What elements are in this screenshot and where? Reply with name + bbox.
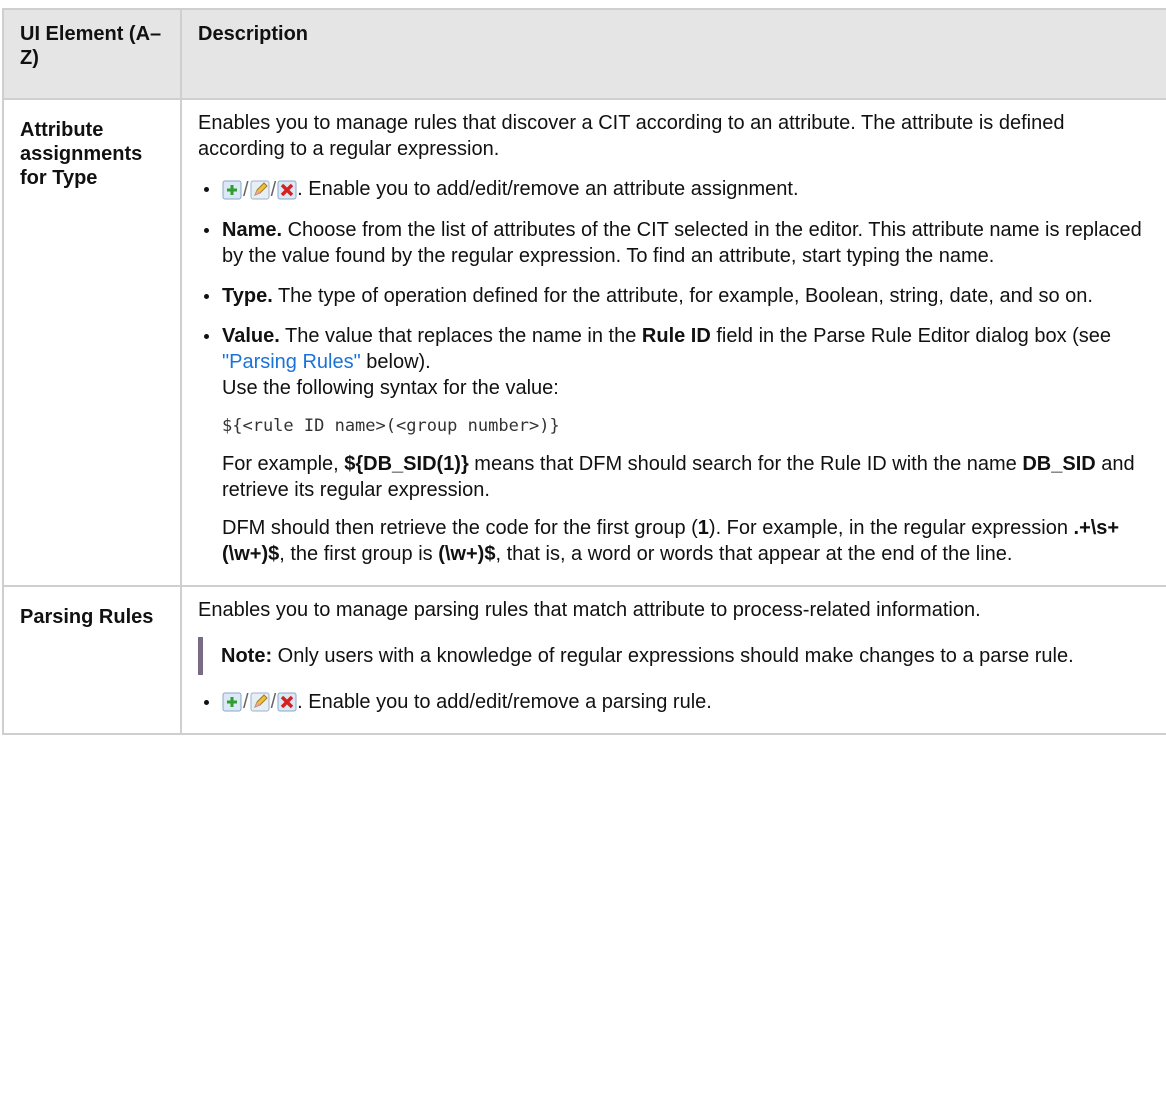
example-code: ${DB_SID(1)}	[344, 452, 469, 475]
remove-icon[interactable]	[277, 692, 297, 712]
note-text: Only users with a knowledge of regular e…	[272, 644, 1074, 667]
note-box: Note: Only users with a knowledge of reg…	[198, 636, 1156, 675]
row-name-attribute-assignments: Attribute assignments for Type	[2, 98, 182, 587]
example-rule-name: DB_SID	[1022, 452, 1096, 475]
example-text-2: means that DFM should search for the Rul…	[468, 452, 1023, 475]
name-description: Choose from the list of attributes of th…	[222, 218, 1142, 267]
bullet-list: / / . Enable you to add/edit/remove a pa…	[198, 689, 1156, 716]
dfm-first-group: (\w+)$	[438, 542, 496, 565]
dfm-group-number: 1	[697, 516, 709, 539]
edit-icon[interactable]	[250, 180, 270, 200]
dfm-text-2: ). For example, in the regular expressio…	[708, 516, 1074, 539]
list-item: Name. Choose from the list of attributes…	[198, 217, 1156, 269]
type-label: Type.	[222, 284, 273, 307]
intro-text: Enables you to manage parsing rules that…	[198, 598, 981, 621]
bullet-list: / / . Enable you to add/edit/remove an a…	[198, 176, 1156, 567]
remove-icon[interactable]	[277, 180, 297, 200]
row-description: Enables you to manage parsing rules that…	[180, 584, 1166, 736]
icons-description: . Enable you to add/edit/remove an attri…	[297, 178, 799, 200]
list-item: / / . Enable you to add/edit/remove an a…	[198, 176, 1156, 203]
list-item: Type. The type of operation defined for …	[198, 283, 1156, 309]
row-name-parsing-rules: Parsing Rules	[2, 584, 182, 736]
value-details: Use the following syntax for the value: …	[222, 375, 1156, 567]
dfm-text-3: , the first group is	[279, 542, 439, 565]
example-text: For example,	[222, 452, 345, 475]
syntax-code: ${<rule ID name>(<group number>)}	[222, 415, 560, 436]
rule-id-term: Rule ID	[641, 324, 711, 347]
value-label: Value.	[222, 324, 280, 347]
row-description: Enables you to manage rules that discove…	[180, 98, 1166, 587]
edit-icon[interactable]	[250, 692, 270, 712]
add-icon[interactable]	[222, 692, 242, 712]
table-row: Parsing Rules Enables you to manage pars…	[2, 584, 1166, 736]
dfm-text-4: , that is, a word or words that appear a…	[495, 542, 1013, 565]
name-label: Name.	[222, 218, 283, 241]
dfm-text: DFM should then retrieve the code for th…	[222, 516, 698, 539]
note-label: Note:	[221, 644, 273, 667]
toolbar-icons: / /	[222, 689, 297, 715]
header-description: Description	[180, 8, 1166, 100]
ui-elements-table: UI Element (A–Z) Description Attribute a…	[2, 8, 1166, 736]
header-row: UI Element (A–Z) Description	[2, 8, 1166, 100]
list-item: Value. The value that replaces the name …	[198, 323, 1156, 567]
icons-description: . Enable you to add/edit/remove a parsin…	[297, 690, 712, 713]
value-description-end: below).	[360, 350, 431, 373]
table-row: Attribute assignments for Type Enables y…	[2, 98, 1166, 587]
syntax-intro: Use the following syntax for the value:	[222, 376, 559, 399]
add-icon[interactable]	[222, 180, 242, 200]
toolbar-icons: / /	[222, 177, 297, 203]
value-description-cont: field in the Parse Rule Editor dialog bo…	[710, 324, 1112, 347]
type-description: The type of operation defined for the at…	[272, 284, 1093, 307]
header-ui-element: UI Element (A–Z)	[2, 8, 182, 100]
value-description: The value that replaces the name in the	[279, 324, 642, 347]
example-paragraph: For example, ${DB_SID(1)} means that DFM…	[222, 451, 1156, 503]
list-item: / / . Enable you to add/edit/remove a pa…	[198, 689, 1156, 716]
dfm-paragraph: DFM should then retrieve the code for th…	[222, 515, 1156, 567]
parsing-rules-link[interactable]: "Parsing Rules"	[222, 351, 361, 373]
intro-text: Enables you to manage rules that discove…	[198, 112, 1065, 160]
